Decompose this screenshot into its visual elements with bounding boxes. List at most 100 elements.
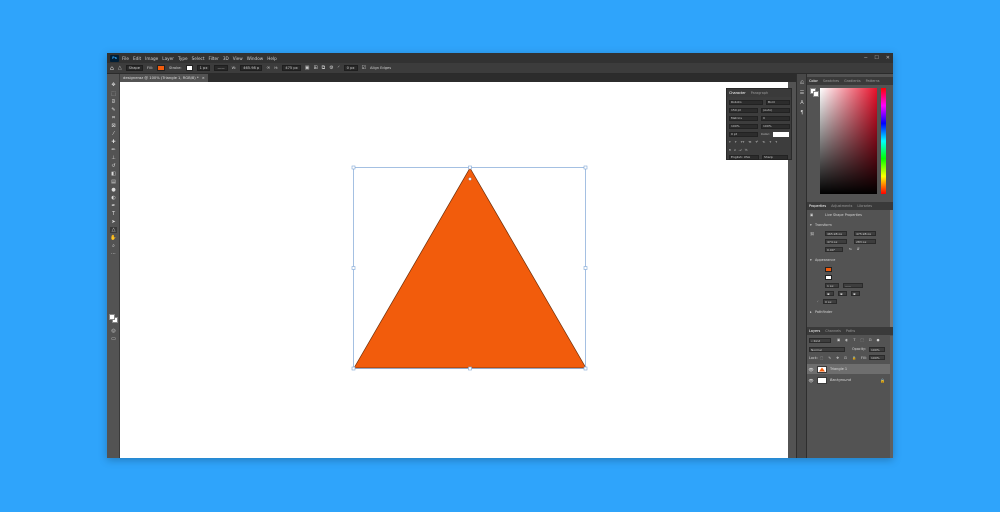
align-edges-checkbox[interactable]: ☑: [362, 65, 366, 71]
properties-height-field[interactable]: 475.98 px: [854, 231, 876, 236]
fill-swatch[interactable]: [156, 65, 165, 71]
close-button[interactable]: ✕: [886, 55, 890, 61]
horizontal-scale-field[interactable]: 100%: [761, 124, 790, 129]
tab-swatches[interactable]: Swatches: [823, 79, 839, 83]
canvas-area[interactable]: [120, 82, 788, 458]
appearance-stroke-width-field[interactable]: 1 px: [825, 283, 839, 288]
hand-tool-icon[interactable]: ✋: [110, 235, 117, 241]
path-selection-tool-icon[interactable]: ➤: [110, 219, 117, 225]
home-icon[interactable]: ⌂: [110, 65, 114, 72]
layer-filter-kind[interactable]: ⌕ Kind: [809, 338, 831, 343]
crop-tool-icon[interactable]: ⌗: [110, 115, 117, 121]
ligature-icon[interactable]: ﬁ: [729, 148, 731, 153]
ordinal-icon[interactable]: ơ: [734, 148, 736, 153]
layer-row[interactable]: 👁 Background 🔒: [807, 375, 893, 385]
menu-image[interactable]: Image: [145, 56, 158, 61]
gear-icon[interactable]: ⚙: [329, 65, 333, 71]
screen-mode-icon[interactable]: ▭: [110, 336, 117, 342]
lasso-tool-icon[interactable]: ᘐ: [110, 99, 117, 105]
link-dimensions-icon[interactable]: ⛓: [810, 232, 814, 236]
stroke-swatch[interactable]: [185, 65, 193, 71]
color-picker-field[interactable]: [820, 88, 877, 194]
tab-layers[interactable]: Layers: [809, 329, 820, 333]
tab-gradients[interactable]: Gradients: [844, 79, 861, 83]
triangle-shape[interactable]: [353, 167, 587, 369]
language-select[interactable]: English: USA: [729, 155, 759, 160]
strikethrough-button[interactable]: T: [775, 140, 777, 145]
more-tools-icon[interactable]: ⋯: [110, 251, 117, 257]
layer-name[interactable]: Triangle 1: [830, 367, 847, 371]
history-icon[interactable]: ⎌: [799, 80, 805, 86]
properties-scrollbar[interactable]: [890, 210, 893, 328]
menu-help[interactable]: Help: [267, 56, 277, 61]
color-swatches[interactable]: [109, 314, 119, 324]
tab-properties[interactable]: Properties: [809, 204, 826, 208]
corner-radius-field[interactable]: 0 px: [823, 299, 837, 304]
radius-field[interactable]: 0 px: [343, 65, 358, 71]
superscript-button[interactable]: T¹: [755, 140, 758, 145]
properties-x-field[interactable]: 474 px: [825, 239, 847, 244]
kerning-field[interactable]: Metrics: [729, 116, 758, 121]
flip-vertical-icon[interactable]: ⇵: [857, 247, 860, 251]
transform-section-toggle[interactable]: ▾: [810, 223, 812, 227]
eye-icon[interactable]: 👁: [807, 378, 815, 383]
fraction-icon[interactable]: ½: [745, 148, 748, 153]
text-color-swatch[interactable]: [772, 132, 789, 137]
brush-tool-icon[interactable]: ✏: [110, 147, 117, 153]
path-operations-icon[interactable]: ▣: [305, 65, 310, 71]
quick-mask-icon[interactable]: ◎: [110, 328, 117, 334]
mode-select[interactable]: Shape: [125, 65, 143, 71]
properties-angle-field[interactable]: 0.00°: [825, 247, 843, 252]
small-caps-button[interactable]: Tt: [748, 140, 751, 145]
history-brush-tool-icon[interactable]: ↺: [110, 163, 117, 169]
menu-type[interactable]: Type: [178, 56, 188, 61]
menu-select[interactable]: Select: [192, 56, 205, 61]
quick-select-tool-icon[interactable]: ✎: [110, 107, 117, 113]
path-arrangement-icon[interactable]: ⧉: [322, 65, 326, 71]
document-tab[interactable]: designeraz @ 100% (Triangle 1, RGB/8) * …: [120, 74, 208, 82]
layer-row[interactable]: 👁 Triangle 1: [807, 364, 893, 374]
stroke-join-select[interactable]: ▣: [851, 291, 860, 296]
move-tool-icon[interactable]: ✥: [110, 82, 117, 88]
tab-character[interactable]: Character: [729, 91, 746, 95]
menu-window[interactable]: Window: [247, 56, 264, 61]
tab-libraries[interactable]: Libraries: [857, 204, 872, 208]
menu-3d[interactable]: 3D: [223, 56, 229, 61]
hue-slider[interactable]: [881, 88, 886, 194]
paragraph-icon[interactable]: ¶: [799, 110, 805, 116]
faux-bold-button[interactable]: T: [729, 140, 731, 145]
healing-brush-tool-icon[interactable]: ✚: [110, 139, 117, 145]
zoom-tool-icon[interactable]: ⌕: [110, 243, 117, 249]
stroke-align-select[interactable]: ▣: [825, 291, 834, 296]
minimize-button[interactable]: ─: [864, 55, 867, 61]
frame-tool-icon[interactable]: ⊠: [110, 123, 117, 129]
subscript-button[interactable]: T₁: [762, 140, 765, 145]
pen-tool-icon[interactable]: ✒: [110, 203, 117, 209]
blur-tool-icon[interactable]: ●: [110, 187, 117, 193]
eraser-tool-icon[interactable]: ◧: [110, 171, 117, 177]
menu-filter[interactable]: Filter: [208, 56, 218, 61]
eyedropper-tool-icon[interactable]: ⁄: [110, 131, 117, 137]
menu-file[interactable]: File: [122, 56, 129, 61]
underline-button[interactable]: T: [769, 140, 771, 145]
clone-stamp-tool-icon[interactable]: ⊥: [110, 155, 117, 161]
vertical-scale-field[interactable]: 100%: [729, 124, 758, 129]
properties-y-field[interactable]: 283 px: [854, 239, 876, 244]
tab-paths[interactable]: Paths: [846, 329, 855, 333]
corner-radius-handle[interactable]: [468, 177, 472, 181]
shape-tool-icon[interactable]: △: [118, 65, 122, 71]
antialias-select[interactable]: Sharp: [762, 155, 788, 160]
maximize-button[interactable]: ☐: [874, 55, 878, 61]
eye-icon[interactable]: 👁: [807, 367, 815, 372]
path-alignment-icon[interactable]: ⊞: [313, 65, 317, 71]
tab-adjustments[interactable]: Adjustments: [831, 204, 852, 208]
layers-scrollbar[interactable]: [890, 336, 893, 458]
leading-field[interactable]: (Auto): [761, 108, 790, 113]
tab-channels[interactable]: Channels: [825, 329, 841, 333]
appearance-section-toggle[interactable]: ▾: [810, 258, 812, 262]
link-icon[interactable]: ∞: [266, 65, 270, 71]
document-tab-close-icon[interactable]: ×: [202, 76, 205, 80]
swash-icon[interactable]: 𝒜: [739, 148, 742, 153]
font-family-select[interactable]: Roboto: [729, 100, 763, 105]
background-color-chip[interactable]: [813, 91, 819, 97]
